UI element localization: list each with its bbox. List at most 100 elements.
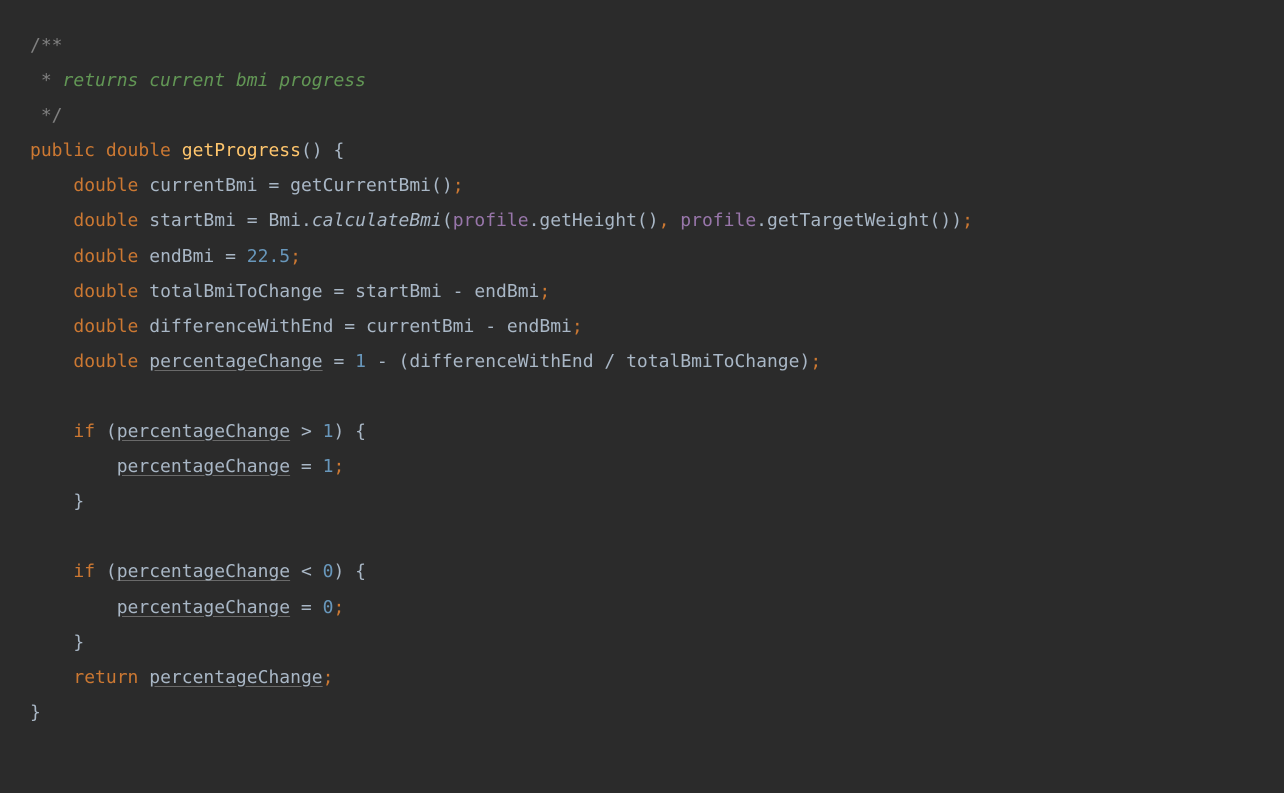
assign: =	[290, 597, 323, 618]
brace-close: }	[30, 702, 41, 723]
variable: startBmi	[149, 210, 236, 231]
paren-close: )	[333, 421, 344, 442]
code-line-6[interactable]: double startBmi = Bmi.calculateBmi(profi…	[30, 203, 1254, 238]
code-line-7[interactable]: double endBmi = 22.5;	[30, 239, 1254, 274]
code-line-12[interactable]: if (percentageChange > 1) {	[30, 414, 1254, 449]
comma: ,	[659, 210, 670, 231]
code-line-14[interactable]: }	[30, 484, 1254, 519]
space	[669, 210, 680, 231]
field-ref: profile	[453, 210, 529, 231]
assign: =	[323, 351, 356, 372]
keyword-if: if	[73, 421, 95, 442]
variable-unused: percentageChange	[149, 351, 322, 372]
code-editor[interactable]: /** * returns current bmi progress */ pu…	[30, 28, 1254, 730]
code-line-11[interactable]	[30, 379, 1254, 414]
keyword-if: if	[73, 561, 95, 582]
semicolon: ;	[810, 351, 821, 372]
comment-prefix: *	[30, 70, 63, 91]
paren-open: (	[442, 210, 453, 231]
brace-open: {	[344, 561, 366, 582]
assign: =	[323, 281, 356, 302]
brace-close: }	[73, 632, 84, 653]
assign: =	[236, 210, 269, 231]
code-line-4[interactable]: public double getProgress() {	[30, 133, 1254, 168]
expression: startBmi - endBmi	[355, 281, 539, 302]
keyword-double: double	[73, 316, 138, 337]
variable: endBmi	[149, 246, 214, 267]
code-line-3[interactable]: */	[30, 98, 1254, 133]
static-method: calculateBmi	[312, 210, 442, 231]
operator: <	[290, 561, 323, 582]
brace-open: {	[323, 140, 345, 161]
variable-ref: percentageChange	[117, 456, 290, 477]
semicolon: ;	[962, 210, 973, 231]
number-literal: 0	[323, 597, 334, 618]
code-line-20[interactable]: }	[30, 695, 1254, 730]
code-line-13[interactable]: percentageChange = 1;	[30, 449, 1254, 484]
number-literal: 22.5	[247, 246, 290, 267]
number-literal: 1	[323, 421, 334, 442]
number-literal: 0	[323, 561, 334, 582]
keyword-double: double	[73, 210, 138, 231]
variable-ref: percentageChange	[117, 561, 290, 582]
code-line-16[interactable]: if (percentageChange < 0) {	[30, 554, 1254, 589]
code-line-10[interactable]: double percentageChange = 1 - (differenc…	[30, 344, 1254, 379]
comment-close: */	[30, 105, 63, 126]
number-literal: 1	[323, 456, 334, 477]
semicolon: ;	[290, 246, 301, 267]
assign: =	[258, 175, 291, 196]
method-call: .getTargetWeight()	[756, 210, 951, 231]
semicolon: ;	[572, 316, 583, 337]
variable-ref: percentageChange	[149, 667, 322, 688]
code-line-8[interactable]: double totalBmiToChange = startBmi - end…	[30, 274, 1254, 309]
expression: currentBmi - endBmi	[366, 316, 572, 337]
code-line-5[interactable]: double currentBmi = getCurrentBmi();	[30, 168, 1254, 203]
method-name: getProgress	[182, 140, 301, 161]
number-literal: 1	[355, 351, 366, 372]
dot: .	[301, 210, 312, 231]
keyword-return: return	[73, 667, 138, 688]
code-line-17[interactable]: percentageChange = 0;	[30, 590, 1254, 625]
keyword-double: double	[73, 175, 138, 196]
paren-open: (	[95, 421, 117, 442]
assign: =	[333, 316, 366, 337]
paren-open: (	[95, 561, 117, 582]
paren-close: )	[951, 210, 962, 231]
code-line-9[interactable]: double differenceWithEnd = currentBmi - …	[30, 309, 1254, 344]
keyword-double: double	[73, 246, 138, 267]
variable: currentBmi	[149, 175, 257, 196]
code-line-19[interactable]: return percentageChange;	[30, 660, 1254, 695]
code-line-2[interactable]: * returns current bmi progress	[30, 63, 1254, 98]
variable-ref: percentageChange	[117, 597, 290, 618]
space	[138, 667, 149, 688]
parens: ()	[301, 140, 323, 161]
semicolon: ;	[453, 175, 464, 196]
semicolon: ;	[539, 281, 550, 302]
expression: - (differenceWithEnd / totalBmiToChange)	[366, 351, 810, 372]
code-line-15[interactable]	[30, 519, 1254, 554]
brace-open: {	[344, 421, 366, 442]
comment-open: /**	[30, 35, 63, 56]
variable: totalBmiToChange	[149, 281, 322, 302]
method-call: .getHeight()	[529, 210, 659, 231]
comment-text: returns current bmi progress	[63, 70, 366, 91]
assign: =	[290, 456, 323, 477]
code-line-1[interactable]: /**	[30, 28, 1254, 63]
semicolon: ;	[323, 667, 334, 688]
keyword-double: double	[106, 140, 171, 161]
code-line-18[interactable]: }	[30, 625, 1254, 660]
keyword-double: double	[73, 281, 138, 302]
keyword-public: public	[30, 140, 95, 161]
operator: >	[290, 421, 323, 442]
class-ref: Bmi	[268, 210, 301, 231]
method-call: getCurrentBmi()	[290, 175, 453, 196]
variable: differenceWithEnd	[149, 316, 333, 337]
semicolon: ;	[333, 597, 344, 618]
assign: =	[214, 246, 247, 267]
keyword-double: double	[73, 351, 138, 372]
paren-close: )	[333, 561, 344, 582]
variable-ref: percentageChange	[117, 421, 290, 442]
field-ref: profile	[680, 210, 756, 231]
brace-close: }	[73, 491, 84, 512]
semicolon: ;	[333, 456, 344, 477]
